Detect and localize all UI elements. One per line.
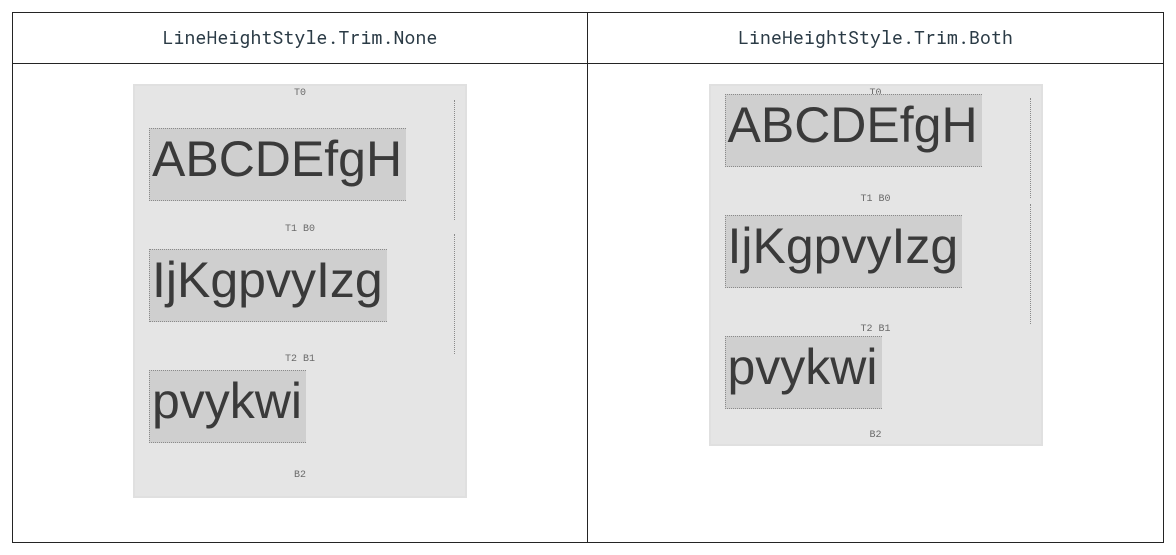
vguide <box>454 234 455 354</box>
sample-line-1: ABCDEfgH <box>725 94 982 167</box>
ruler-b2: B2 <box>294 470 306 481</box>
header-trim-both: LineHeightStyle.Trim.Both <box>588 13 1163 64</box>
header-trim-none: LineHeightStyle.Trim.None <box>13 13 588 64</box>
ruler-t0: T0 <box>294 88 306 99</box>
demo-trim-none: T0 ABCDEfgH T1 B0 IjKgpvyIzg T2 B1 pvykw… <box>133 84 467 498</box>
demo-trim-both: T0 ABCDEfgH T1 B0 IjKgpvyIzg T2 B1 pvykw… <box>709 84 1043 446</box>
sample-line-2: IjKgpvyIzg <box>149 249 387 322</box>
sample-line-3: pvykwi <box>725 336 882 409</box>
sample-line-2: IjKgpvyIzg <box>725 215 963 288</box>
vguide <box>1030 98 1031 198</box>
cell-trim-both: T0 ABCDEfgH T1 B0 IjKgpvyIzg T2 B1 pvykw… <box>588 64 1163 542</box>
ruler-t2b1: T2 B1 <box>285 354 315 365</box>
ruler-b2: B2 <box>869 430 881 441</box>
comparison-table: LineHeightStyle.Trim.None LineHeightStyl… <box>12 12 1164 543</box>
vguide <box>454 100 455 220</box>
sample-line-1: ABCDEfgH <box>149 128 406 201</box>
cell-trim-none: T0 ABCDEfgH T1 B0 IjKgpvyIzg T2 B1 pvykw… <box>13 64 588 542</box>
ruler-t1b0: T1 B0 <box>285 224 315 235</box>
ruler-t1b0: T1 B0 <box>860 194 890 205</box>
vguide <box>1030 204 1031 324</box>
ruler-t2b1: T2 B1 <box>860 324 890 335</box>
sample-line-3: pvykwi <box>149 370 306 443</box>
